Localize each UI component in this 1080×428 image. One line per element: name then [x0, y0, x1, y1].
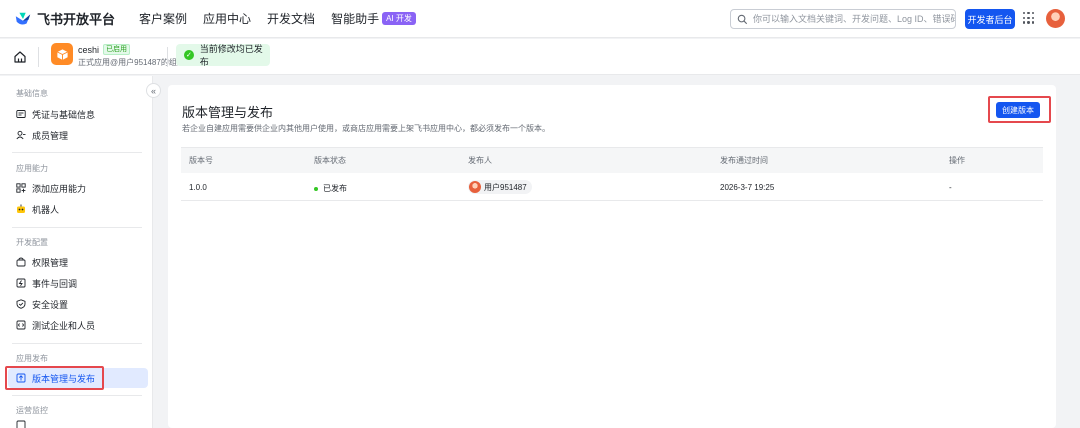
- app-icon[interactable]: [51, 43, 73, 65]
- ai-badge: AI 开发: [382, 12, 416, 25]
- divider: [38, 47, 39, 67]
- sidebar-item-events[interactable]: 事件与回调: [8, 273, 148, 293]
- collapse-sidebar-icon[interactable]: «: [146, 83, 161, 98]
- version-table: 版本号 版本状态 发布人 发布通过时间 操作 1.0.0 已发布 用户95148…: [181, 147, 1043, 201]
- column-header-version: 版本号: [189, 156, 213, 165]
- event-icon: [16, 278, 26, 288]
- main-panel: 版本管理与发布 若企业自建应用需要供企业内其他用户使用，或商店应用需要上架飞书应…: [168, 85, 1056, 428]
- sidebar-item-label: 添加应用能力: [32, 183, 87, 194]
- cell-status-text: 已发布: [323, 184, 347, 193]
- sidebar-item-label: 权限管理: [32, 257, 69, 268]
- divider: [167, 47, 168, 67]
- status-dot: [314, 186, 318, 191]
- sidebar-group-dev-config: 开发配置: [16, 238, 48, 247]
- column-header-time: 发布通过时间: [720, 156, 768, 165]
- nav-link-app-center[interactable]: 应用中心: [203, 10, 251, 27]
- sidebar-item-label: 成员管理: [32, 130, 69, 141]
- page-title: 版本管理与发布: [182, 105, 274, 120]
- logo-text: 飞书开放平台: [37, 12, 116, 27]
- publisher-name: 用户951487: [484, 182, 527, 192]
- sidebar-item-credentials[interactable]: 凭证与基础信息: [8, 104, 148, 124]
- table-row[interactable]: 1.0.0 已发布 用户951487 2026-3-7 19:25 -: [181, 173, 1043, 201]
- robot-icon: [16, 204, 26, 214]
- chart-icon: [16, 420, 26, 428]
- sidebar-item-label: 测试企业和人员: [32, 320, 96, 331]
- app-subtitle: 正式应用@用户951487的组织: [78, 58, 185, 67]
- check-circle-icon: ✓: [184, 50, 194, 60]
- search-box[interactable]: [730, 9, 956, 29]
- sidebar-item-label: 安全设置: [32, 299, 69, 310]
- sidebar-item-partial[interactable]: [8, 420, 148, 428]
- developer-console-button[interactable]: 开发者后台: [965, 9, 1015, 29]
- search-icon: [737, 14, 748, 24]
- sidebar-group-capabilities: 应用能力: [16, 164, 48, 173]
- sidebar-group-basic: 基础信息: [16, 89, 48, 98]
- home-icon[interactable]: [13, 50, 27, 64]
- nav-link-cases[interactable]: 客户案例: [139, 10, 187, 27]
- user-avatar[interactable]: [1046, 9, 1065, 28]
- test-icon: [16, 320, 26, 330]
- column-header-status: 版本状态: [314, 156, 346, 165]
- box-icon: [56, 48, 68, 60]
- column-header-publisher: 发布人: [468, 156, 492, 165]
- apps-grid-icon[interactable]: [1023, 12, 1035, 24]
- sidebar-item-security[interactable]: 安全设置: [8, 294, 148, 314]
- sidebar-group-publish: 应用发布: [16, 354, 48, 363]
- id-card-icon: [16, 109, 26, 119]
- members-icon: [16, 130, 26, 140]
- app-name[interactable]: ceshi 已启用: [78, 44, 131, 55]
- column-header-actions: 操作: [949, 156, 965, 165]
- grid-add-icon: [16, 183, 26, 193]
- sidebar-item-label: 凭证与基础信息: [32, 109, 96, 120]
- feishu-logo-icon: [15, 12, 31, 25]
- nav-links: 客户案例 应用中心 开发文档 智能助手 AI 开发: [139, 10, 432, 27]
- cell-time: 2026-3-7 19:25: [720, 183, 775, 192]
- sidebar-item-members[interactable]: 成员管理: [8, 125, 148, 145]
- cell-status: 已发布: [314, 183, 347, 194]
- sidebar-item-add-capability[interactable]: 添加应用能力: [8, 178, 148, 198]
- sidebar-item-robot[interactable]: 机器人: [8, 199, 148, 219]
- search-input[interactable]: [753, 14, 955, 24]
- publish-status-banner: ✓ 当前修改均已发布: [176, 44, 270, 67]
- publisher-chip[interactable]: 用户951487: [468, 180, 532, 194]
- sidebar-item-label: 机器人: [32, 204, 60, 215]
- divider: [12, 227, 142, 228]
- nav-link-assistant[interactable]: 智能助手 AI 开发: [331, 10, 416, 27]
- table-header: 版本号 版本状态 发布人 发布通过时间 操作: [181, 147, 1043, 173]
- permission-icon: [16, 257, 26, 267]
- app-status-tag: 已启用: [103, 44, 131, 55]
- nav-link-docs[interactable]: 开发文档: [267, 10, 315, 27]
- sidebar-item-label: 事件与回调: [32, 278, 78, 289]
- highlight-box-create: [988, 96, 1051, 123]
- shield-icon: [16, 299, 26, 309]
- nav-link-assistant-label: 智能助手: [331, 12, 380, 26]
- divider: [12, 152, 142, 153]
- publish-status-text: 当前修改均已发布: [199, 44, 263, 67]
- sidebar-item-test-users[interactable]: 测试企业和人员: [8, 315, 148, 335]
- sidebar-item-permissions[interactable]: 权限管理: [8, 252, 148, 272]
- feishu-logo[interactable]: 飞书开放平台: [14, 9, 115, 28]
- highlight-box-sidebar: [5, 366, 104, 390]
- page-description: 若企业自建应用需要供企业内其他用户使用，或商店应用需要上架飞书应用中心，都必须发…: [182, 124, 550, 133]
- cell-action: -: [949, 183, 952, 192]
- app-name-text: ceshi: [78, 44, 100, 55]
- cell-version: 1.0.0: [189, 183, 207, 192]
- app-header-bar: ceshi 已启用 正式应用@用户951487的组织 ✓ 当前修改均已发布: [0, 39, 1080, 75]
- publisher-avatar: [469, 181, 481, 193]
- divider: [12, 395, 142, 396]
- sidebar-group-monitoring: 运营监控: [16, 406, 48, 415]
- divider: [12, 343, 142, 344]
